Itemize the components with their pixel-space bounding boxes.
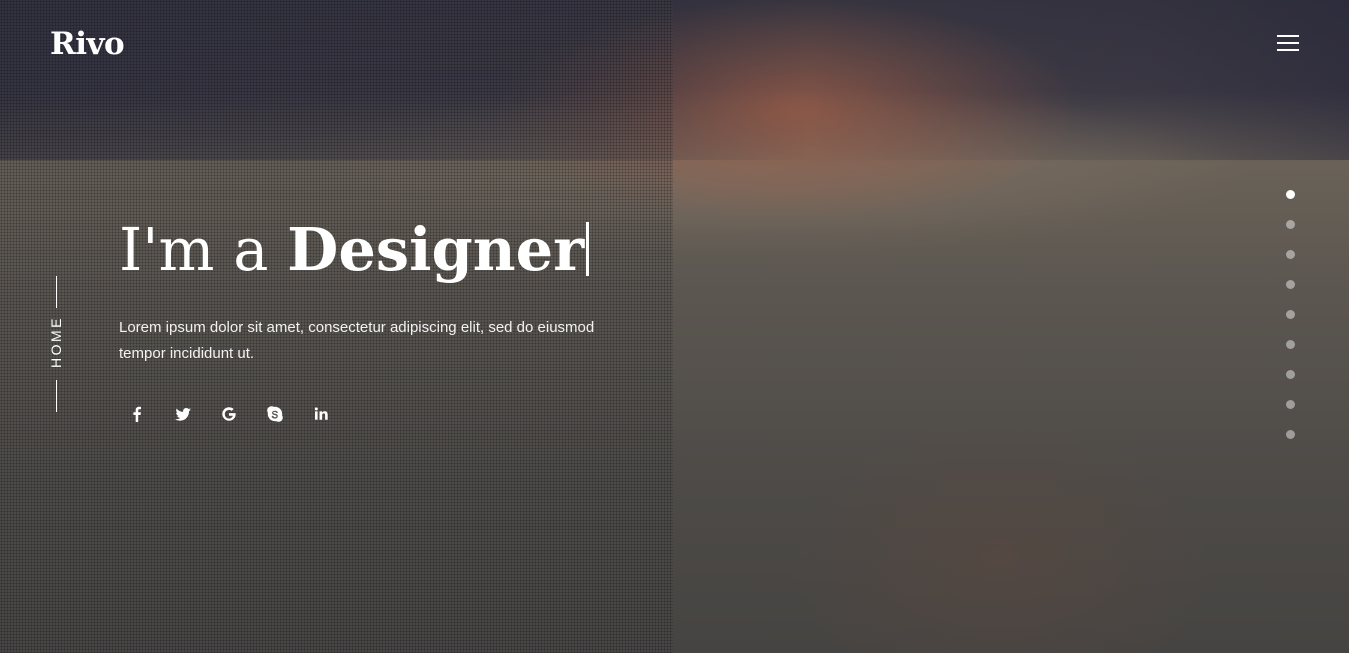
menu-bar [1277, 35, 1299, 37]
linkedin-icon [314, 407, 328, 420]
google-link[interactable] [218, 403, 240, 425]
hero-headline: I'm a Designer [119, 212, 590, 288]
linkedin-link[interactable] [310, 403, 332, 425]
hamburger-menu-icon[interactable] [1277, 35, 1299, 53]
menu-bar [1277, 49, 1299, 51]
hero-section: Rivo HOME I'm a Designer Lorem ipsum dol… [0, 0, 1349, 653]
facebook-icon [133, 406, 141, 422]
site-logo[interactable]: Rivo [50, 24, 125, 64]
pagination-dot[interactable] [1286, 370, 1295, 379]
pagination-dot[interactable] [1286, 220, 1295, 229]
section-label: HOME [48, 316, 64, 368]
pagination-dot[interactable] [1286, 400, 1295, 409]
twitter-link[interactable] [172, 403, 194, 425]
social-links [126, 403, 356, 425]
facebook-link[interactable] [126, 403, 148, 425]
headline-typed-word: Designer [287, 215, 585, 284]
google-icon [222, 407, 236, 421]
pagination-dot[interactable] [1286, 340, 1295, 349]
pagination-dot[interactable] [1286, 310, 1295, 319]
hero-description: Lorem ipsum dolor sit amet, consectetur … [119, 319, 595, 362]
pagination-dot[interactable] [1286, 190, 1295, 199]
skype-icon [267, 406, 283, 422]
pagination-dot[interactable] [1286, 430, 1295, 439]
section-pagination [1286, 190, 1296, 460]
twitter-icon [175, 408, 191, 421]
skype-link[interactable] [264, 403, 286, 425]
pagination-dot[interactable] [1286, 250, 1295, 259]
typing-cursor [586, 222, 590, 276]
section-label-line-top [56, 276, 57, 308]
section-label-line-bottom [56, 380, 57, 412]
menu-bar [1277, 42, 1299, 44]
headline-prefix: I'm a [119, 215, 288, 284]
pagination-dot[interactable] [1286, 280, 1295, 289]
